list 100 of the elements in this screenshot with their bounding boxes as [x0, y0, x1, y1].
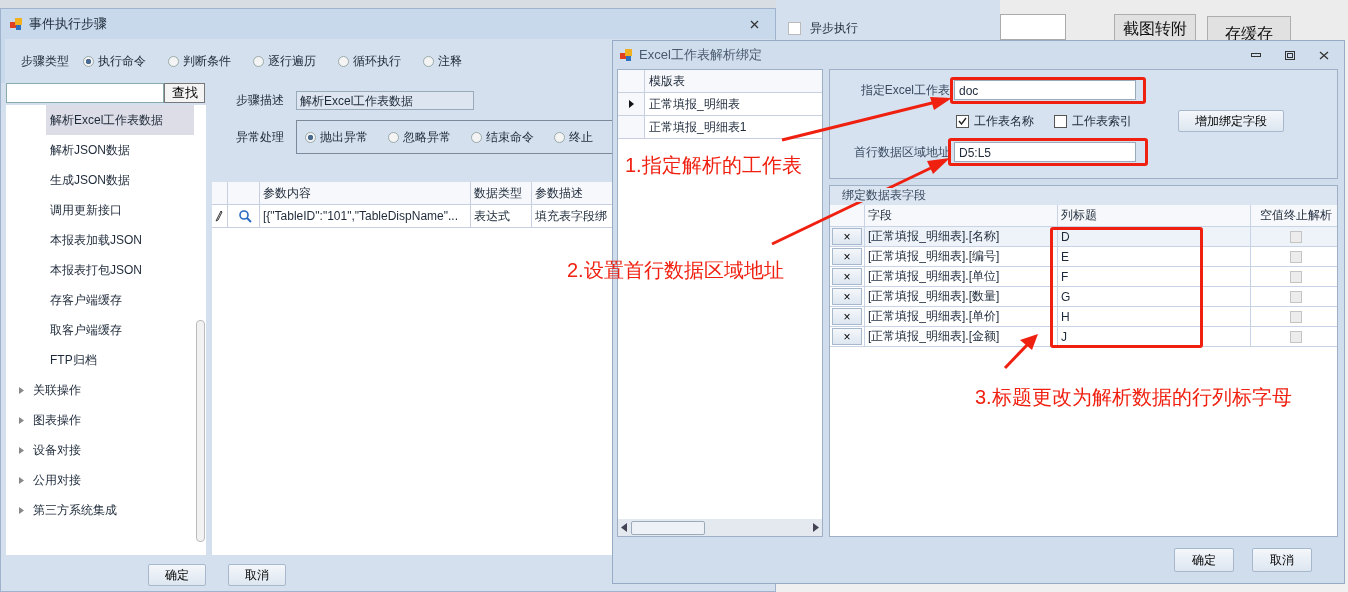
tree-item[interactable]: 取客户端缓存 [46, 315, 194, 345]
expand-arrow-icon[interactable] [18, 506, 25, 514]
expand-arrow-icon[interactable] [18, 446, 25, 454]
tree-item[interactable]: 解析JSON数据 [46, 135, 194, 165]
group-title: 绑定数据表字段 [840, 188, 928, 202]
close-icon[interactable] [1319, 50, 1329, 60]
table-cell[interactable]: E [1058, 247, 1251, 266]
annotation-text: 1.指定解析的工作表 [625, 153, 802, 178]
checkbox[interactable] [1054, 114, 1067, 128]
expand-arrow-icon[interactable] [18, 476, 25, 484]
scroll-left-icon[interactable] [621, 523, 627, 532]
dialog-button[interactable]: 确定 [148, 564, 206, 586]
dialog-button[interactable]: 取消 [228, 564, 286, 586]
input-field[interactable] [1000, 14, 1066, 40]
checkbox[interactable] [1289, 290, 1302, 303]
pencil-icon [215, 210, 223, 222]
column-header: 字段 [865, 205, 1058, 226]
tree-item[interactable]: 关联操作 [33, 381, 81, 399]
row-pointer-icon [628, 100, 634, 108]
radio-option[interactable]: 结束命令 [471, 128, 534, 146]
search-icon[interactable] [238, 209, 252, 223]
dialog-button[interactable]: 确定 [1174, 548, 1234, 572]
row-header[interactable] [618, 93, 645, 115]
add-field-button[interactable]: 增加绑定字段 [1178, 110, 1284, 132]
table-cell: [正常填报_明细表].[单价] [865, 307, 1058, 326]
radio-option[interactable]: 执行命令 [83, 52, 146, 70]
table-cell[interactable]: 正常填报_明细表 [645, 93, 740, 115]
table-cell[interactable]: H [1058, 307, 1251, 326]
checkbox[interactable] [788, 21, 801, 35]
tree-item[interactable]: 图表操作 [33, 411, 81, 429]
field-label: 异常处理 [236, 128, 284, 146]
column-header: 列标题 [1058, 205, 1251, 226]
checkbox-label: 工作表索引 [1072, 112, 1132, 130]
restore-icon[interactable] [1285, 50, 1295, 60]
table-cell[interactable]: J [1058, 327, 1251, 346]
tree-item[interactable]: 公用对接 [33, 471, 81, 489]
search-button[interactable]: 查找 [164, 83, 205, 103]
delete-button[interactable]: × [832, 248, 862, 265]
scrollbar[interactable] [618, 519, 822, 536]
tree-item[interactable]: 设备对接 [33, 441, 81, 459]
radio-option[interactable]: 终止 [554, 128, 593, 146]
table-cell: [正常填报_明细表].[编号] [865, 247, 1058, 266]
table-cell[interactable]: 正常填报_明细表1 [645, 116, 747, 138]
delete-button[interactable]: × [832, 268, 862, 285]
table-cell: [正常填报_明细表].[数量] [865, 287, 1058, 306]
minimize-icon[interactable] [1251, 53, 1261, 57]
expand-arrow-icon[interactable] [18, 386, 25, 394]
window-title: Excel工作表解析绑定 [639, 46, 763, 64]
radio-option[interactable]: 判断条件 [168, 52, 231, 70]
tree-item[interactable]: FTP归档 [46, 345, 194, 375]
description-field[interactable]: 解析Excel工作表数据 [296, 91, 474, 110]
delete-button[interactable]: × [832, 228, 862, 245]
table-cell[interactable]: G [1058, 287, 1251, 306]
tree-item[interactable]: 调用更新接口 [46, 195, 194, 225]
column-header: 空值终止解析 [1258, 207, 1333, 224]
field-label: 首行数据区域地址 [853, 143, 950, 161]
sheet-field[interactable]: doc [954, 80, 1136, 100]
tree-item[interactable]: 本报表打包JSON [46, 255, 194, 285]
column-header: 数据类型 [471, 182, 532, 204]
radio-option[interactable]: 注释 [423, 52, 462, 70]
annotation-text: 3.标题更改为解析数据的行列标字母 [975, 385, 1292, 410]
column-header: 模版表 [648, 72, 685, 90]
close-icon[interactable] [750, 19, 759, 29]
field-label: 步骤描述 [236, 92, 284, 109]
tree-item[interactable]: 存客户端缓存 [46, 285, 194, 315]
delete-button[interactable]: × [832, 288, 862, 305]
table-cell[interactable]: D [1058, 227, 1251, 246]
tree-item[interactable]: 生成JSON数据 [46, 165, 194, 195]
column-header: 参数描述 [534, 184, 584, 202]
checkbox[interactable] [1289, 230, 1302, 243]
table-cell: 表达式 [471, 205, 532, 227]
expand-arrow-icon[interactable] [18, 416, 25, 424]
tree-item[interactable]: 解析Excel工作表数据 [46, 105, 194, 135]
range-field[interactable]: D5:L5 [954, 142, 1136, 162]
radio-option[interactable]: 逐行遍历 [253, 52, 316, 70]
table-cell: [正常填报_明细表].[名称] [865, 227, 1058, 246]
table-cell: [{"TableID":"101","TableDispName"... [260, 205, 471, 227]
dialog-button[interactable]: 取消 [1252, 548, 1312, 572]
checkbox[interactable] [1289, 330, 1302, 343]
radio-option[interactable]: 循环执行 [338, 52, 401, 70]
delete-button[interactable]: × [832, 308, 862, 325]
search-field[interactable] [6, 83, 164, 103]
annotation-text: 2.设置首行数据区域地址 [567, 258, 784, 283]
table-cell: [正常填报_明细表].[单位] [865, 267, 1058, 286]
tree-item[interactable]: 本报表加载JSON [46, 225, 194, 255]
table-cell-text: 填充表字段绑 [534, 207, 608, 225]
checkbox[interactable] [1289, 270, 1302, 283]
radio-option[interactable]: 抛出异常 [305, 128, 368, 146]
field-label: 步骤类型 [21, 52, 69, 70]
tree-item[interactable]: 第三方系统集成 [33, 501, 117, 519]
checkbox[interactable] [1289, 310, 1302, 323]
radio-option[interactable]: 忽略异常 [388, 128, 451, 146]
table-cell[interactable]: F [1058, 267, 1251, 286]
field-label: 指定Excel工作表 [859, 81, 950, 99]
checkbox[interactable] [1289, 250, 1302, 263]
delete-button[interactable]: × [832, 328, 862, 345]
checkbox[interactable] [956, 114, 969, 128]
checkbox-label: 工作表名称 [974, 112, 1034, 130]
scroll-right-icon[interactable] [813, 523, 819, 532]
app-icon [619, 48, 633, 62]
